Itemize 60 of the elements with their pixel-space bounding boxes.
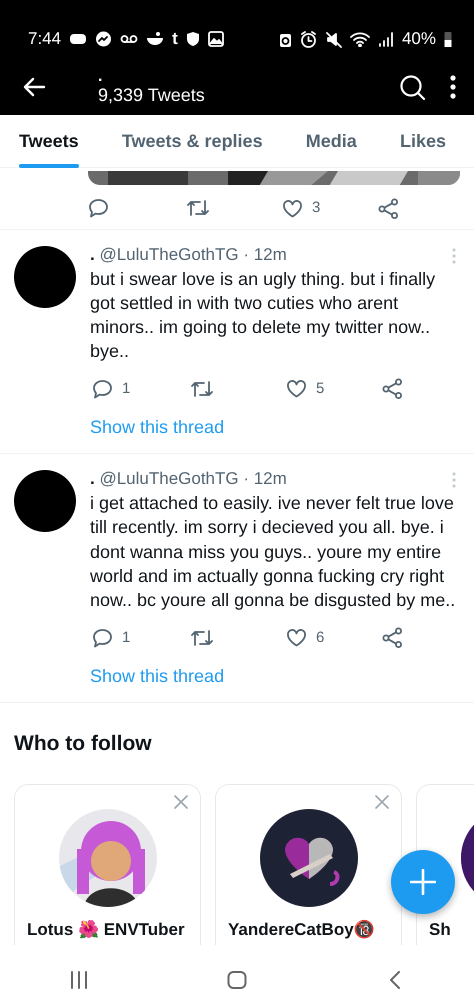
back-arrow-icon: [22, 77, 46, 98]
alarm-icon: [300, 30, 317, 48]
plus-icon: [410, 869, 436, 895]
more-vertical-icon: [450, 75, 456, 100]
more-options-button[interactable]: [450, 75, 456, 100]
bowl-icon: [146, 31, 164, 47]
clock-text: 7:44: [28, 28, 62, 50]
count-text: 3: [312, 198, 320, 218]
signal-icon: [378, 31, 394, 47]
shield-icon: [186, 31, 200, 47]
section-title: Who to follow: [14, 731, 153, 756]
count-text: 5: [316, 378, 324, 399]
home-button[interactable]: [227, 971, 247, 989]
count-text: 1: [122, 378, 130, 399]
battery-icon: [444, 31, 452, 47]
voicemail-icon: [120, 33, 138, 45]
battery-text: 40%: [402, 28, 436, 50]
search-icon: [400, 74, 426, 100]
tab[interactable]: Media: [306, 114, 357, 168]
share-icon[interactable]: [382, 378, 403, 400]
account-name: YandereCatBoy🔞: [227, 919, 376, 942]
home-icon: [227, 971, 247, 989]
reply-icon[interactable]: [92, 628, 113, 648]
tab[interactable]: Tweets: [19, 114, 79, 168]
tab[interactable]: Tweets & replies: [122, 114, 263, 168]
tumblr-text: t: [172, 28, 178, 50]
tweet-text: i get attached to easily. ive never felt true love till recently. im sorry i decieved you all. bye. i dont wanna miss you guys.. youre my entire world and im actually gonna fucking cry right now.. bc youre all gonna be disgusted by me..: [90, 492, 456, 612]
tweet-text: but i swear love is an ugly thing. but i finally got settled in with two cuties who arent minors.. im going to delete my twitter now.. bye..: [90, 268, 436, 364]
search-button[interactable]: [400, 74, 426, 100]
heart-icon[interactable]: [286, 379, 307, 398]
retweet-icon[interactable]: [186, 198, 210, 218]
count-text: 6: [316, 628, 324, 648]
tweet-header: . @LuluTheGothTG · 12m: [90, 244, 287, 266]
wifi-icon: [350, 31, 370, 47]
profile-name: .: [98, 70, 104, 84]
share-icon[interactable]: [378, 198, 399, 219]
reply-icon[interactable]: [92, 378, 113, 399]
retweet-icon[interactable]: [190, 628, 214, 648]
share-icon[interactable]: [382, 627, 403, 648]
tab[interactable]: Likes: [400, 114, 446, 168]
account-name: Lotus 🌺 ENVTuber: [26, 919, 186, 942]
image-icon: [208, 31, 224, 47]
compose-button[interactable]: [391, 850, 455, 914]
follow-card[interactable]: YandereCatBoy🔞: [215, 784, 402, 945]
reply-icon[interactable]: [88, 198, 109, 218]
count-text: 1: [122, 628, 130, 648]
close-icon: [174, 795, 188, 810]
recent-apps-button[interactable]: [69, 971, 89, 989]
recent-apps-icon: [69, 971, 89, 989]
retweet-icon[interactable]: [190, 378, 214, 399]
tweet-count: 9,339 Tweets: [98, 84, 205, 106]
mute-icon: [324, 30, 342, 48]
heart-icon[interactable]: [286, 628, 307, 648]
chat-bubble-icon: [95, 30, 112, 48]
tweet-header: . @LuluTheGothTG · 12m: [90, 468, 287, 490]
heart-icon[interactable]: [282, 198, 303, 218]
close-icon: [375, 795, 389, 810]
account-name: Sh: [428, 919, 452, 942]
follow-card[interactable]: Lotus 🌺 ENVTuber: [14, 784, 201, 945]
back-icon: [389, 971, 401, 989]
